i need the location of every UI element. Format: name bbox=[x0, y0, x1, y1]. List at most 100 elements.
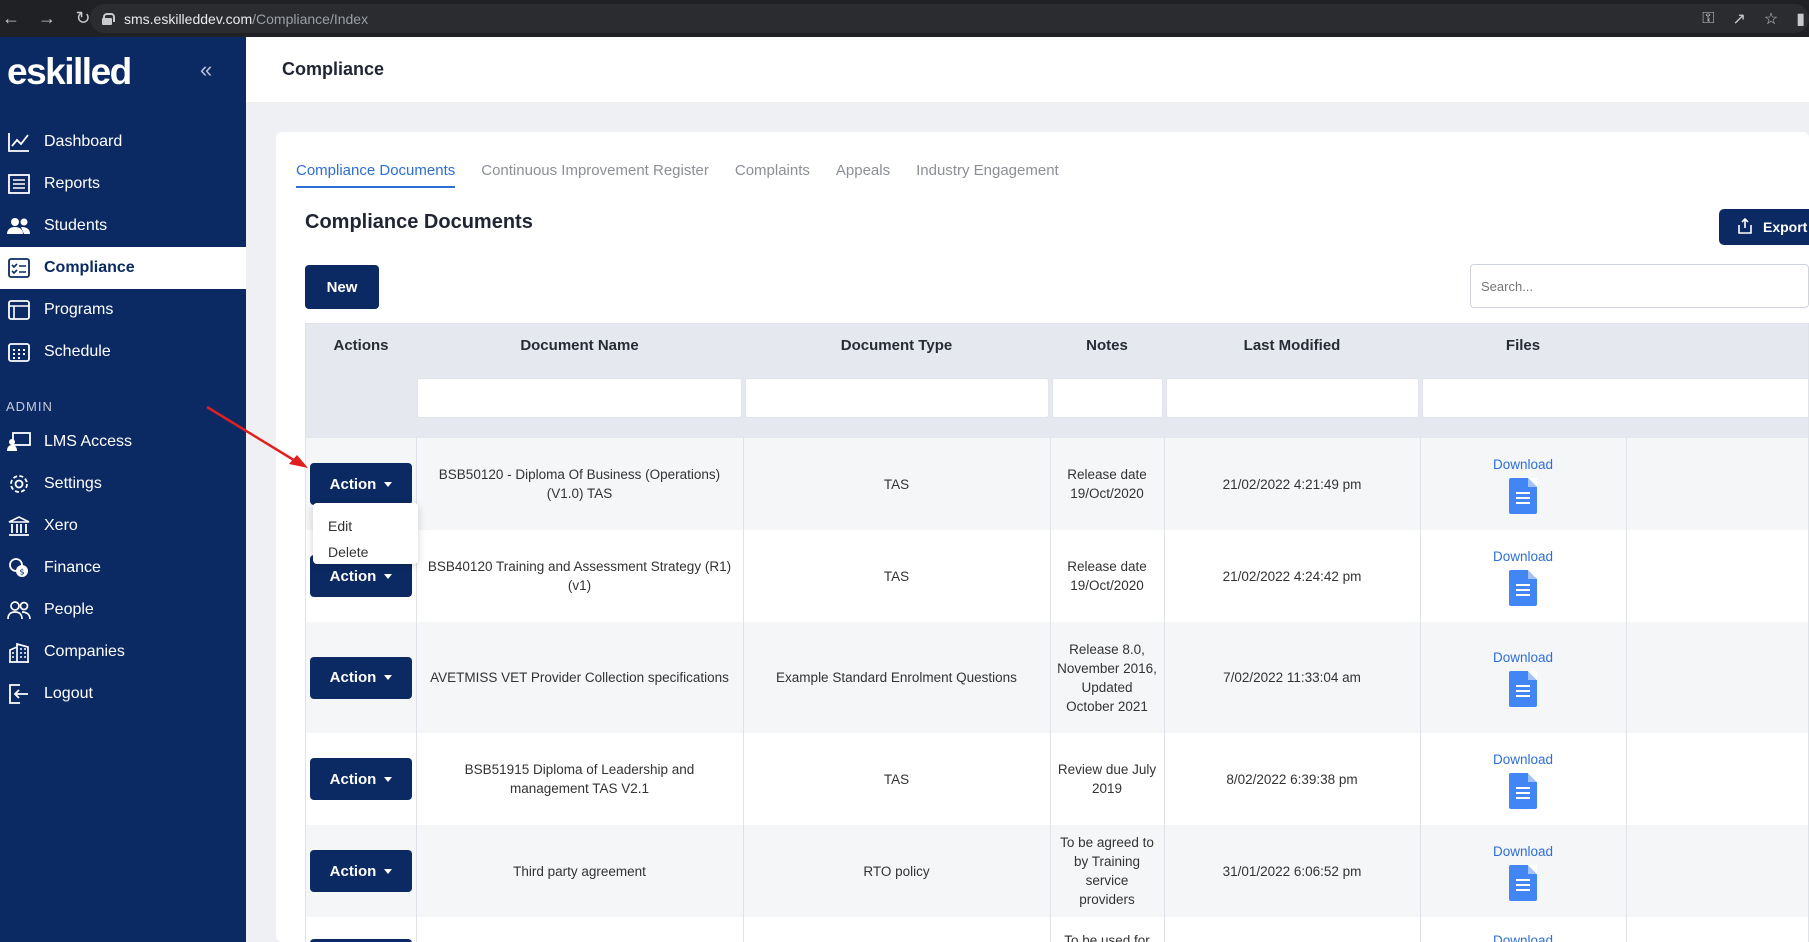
sidebar-item-compliance[interactable]: Compliance bbox=[0, 247, 246, 289]
caret-down-icon bbox=[384, 776, 393, 782]
document-type-cell: TAS bbox=[883, 771, 910, 787]
sidebar-item-xero[interactable]: Xero bbox=[0, 505, 246, 547]
column-header-document-name[interactable]: Document Name bbox=[416, 337, 743, 354]
notes-cell: Release date 19/Oct/2020 bbox=[1067, 467, 1147, 501]
action-label: Action bbox=[329, 770, 377, 788]
sidebar-item-label: Schedule bbox=[44, 343, 111, 360]
filter-document-type[interactable] bbox=[745, 378, 1049, 418]
filter-notes[interactable] bbox=[1052, 378, 1163, 418]
share-icon[interactable]: ↗ bbox=[1732, 9, 1745, 29]
caret-down-icon bbox=[384, 481, 393, 487]
sidebar-item-finance[interactable]: $ Finance bbox=[0, 547, 246, 589]
table-row: Action BSB51915 Diploma of Leadership an… bbox=[306, 733, 1808, 825]
url-text: sms.eskilleddev.com/Compliance/Index bbox=[124, 10, 369, 27]
sidebar-item-programs[interactable]: Programs bbox=[0, 289, 246, 331]
column-header-notes[interactable]: Notes bbox=[1050, 337, 1164, 354]
dropdown-item-edit[interactable]: Edit bbox=[313, 513, 418, 539]
filter-files[interactable] bbox=[1422, 378, 1808, 418]
tab-continuous-improvement-register[interactable]: Continuous Improvement Register bbox=[481, 162, 709, 188]
column-divider bbox=[1626, 438, 1627, 942]
tab-industry-engagement[interactable]: Industry Engagement bbox=[916, 162, 1059, 188]
annotation-arrow-icon bbox=[206, 405, 308, 468]
page-title: Compliance bbox=[282, 59, 385, 79]
column-header-files[interactable]: Files bbox=[1420, 337, 1626, 354]
download-link[interactable]: Download bbox=[1493, 648, 1553, 667]
action-label: Action bbox=[329, 862, 377, 880]
export-icon bbox=[1737, 217, 1753, 237]
sidebar-item-schedule[interactable]: Schedule bbox=[0, 331, 246, 373]
dropdown-item-delete[interactable]: Delete bbox=[313, 539, 418, 565]
google-doc-icon[interactable] bbox=[1508, 671, 1537, 707]
sidebar-item-companies[interactable]: Companies bbox=[0, 631, 246, 673]
google-doc-icon[interactable] bbox=[1508, 772, 1537, 809]
browser-actions: ⚿ ↗ ☆ ▮ bbox=[1702, 0, 1809, 37]
sidebar-item-logout[interactable]: Logout bbox=[0, 673, 246, 715]
google-doc-icon[interactable] bbox=[1508, 864, 1537, 901]
sidebar-item-label: Logout bbox=[44, 685, 93, 702]
caret-down-icon bbox=[384, 868, 393, 874]
action-label: Action bbox=[329, 669, 377, 686]
document-type-cell: Example Standard Enrolment Questions bbox=[776, 670, 1017, 685]
sidebar-item-students[interactable]: Students bbox=[0, 205, 246, 247]
extension-icon[interactable]: ▮ bbox=[1796, 9, 1805, 29]
files-cell: Download bbox=[1420, 530, 1626, 622]
column-header-last-modified[interactable]: Last Modified bbox=[1164, 337, 1420, 354]
document-type-cell: TAS bbox=[883, 568, 910, 584]
tab-complaints[interactable]: Complaints bbox=[735, 162, 810, 188]
collapse-sidebar-icon[interactable]: « bbox=[200, 57, 212, 83]
star-icon[interactable]: ☆ bbox=[1764, 9, 1778, 29]
section-title: Compliance Documents bbox=[305, 211, 533, 233]
filter-document-name[interactable] bbox=[417, 378, 742, 418]
action-button[interactable]: Action bbox=[310, 850, 412, 892]
bank-icon bbox=[6, 515, 32, 537]
last-modified-cell: 21/02/2022 4:24:42 pm bbox=[1222, 568, 1362, 584]
users-icon bbox=[6, 215, 32, 237]
notes-cell: To be used for bbox=[1064, 933, 1150, 942]
column-header-actions[interactable]: Actions bbox=[306, 337, 416, 354]
sidebar-item-dashboard[interactable]: Dashboard bbox=[0, 121, 246, 163]
google-doc-icon[interactable] bbox=[1508, 477, 1537, 514]
logo[interactable]: eskilled bbox=[7, 51, 132, 93]
sidebar-item-people[interactable]: People bbox=[0, 589, 246, 631]
sidebar-item-reports[interactable]: Reports bbox=[0, 163, 246, 205]
tab-compliance-documents[interactable]: Compliance Documents bbox=[296, 162, 456, 188]
google-doc-icon[interactable] bbox=[1508, 569, 1537, 606]
download-link[interactable]: Download bbox=[1493, 547, 1553, 566]
download-link[interactable]: Download bbox=[1493, 455, 1553, 474]
address-bar[interactable]: sms.eskilleddev.com/Compliance/Index bbox=[90, 4, 1809, 33]
filter-last-modified[interactable] bbox=[1166, 378, 1419, 418]
last-modified-cell: 21/02/2022 4:21:49 pm bbox=[1222, 476, 1362, 492]
browser-toolbar: ← → ↻ sms.eskilleddev.com/Compliance/Ind… bbox=[0, 0, 1809, 37]
action-button[interactable]: Action bbox=[310, 758, 412, 800]
export-label: Export bbox=[1763, 219, 1808, 235]
lock-icon bbox=[102, 12, 115, 25]
download-link[interactable]: Download bbox=[1493, 931, 1553, 942]
back-icon[interactable]: ← bbox=[2, 8, 20, 29]
search-input[interactable] bbox=[1470, 264, 1809, 308]
sidebar-item-label: Compliance bbox=[44, 259, 135, 276]
column-divider bbox=[743, 438, 744, 942]
actions-cell: Action bbox=[306, 825, 416, 917]
sidebar-item-label: People bbox=[44, 601, 94, 618]
sidebar-item-label: Students bbox=[44, 217, 108, 234]
last-modified-cell: 7/02/2022 11:33:04 am bbox=[1223, 670, 1361, 685]
new-button[interactable]: New bbox=[305, 265, 379, 309]
action-button[interactable]: Action bbox=[310, 463, 412, 505]
actions-cell: Action bbox=[306, 733, 416, 825]
tab-appeals[interactable]: Appeals bbox=[836, 162, 890, 188]
tab-bar: Compliance Documents Continuous Improvem… bbox=[296, 162, 1059, 188]
download-link[interactable]: Download bbox=[1493, 750, 1553, 769]
sidebar-item-label: Programs bbox=[44, 301, 114, 318]
forward-icon[interactable]: → bbox=[38, 8, 56, 29]
column-header-document-type[interactable]: Document Type bbox=[743, 337, 1050, 354]
files-cell: Download bbox=[1420, 622, 1626, 733]
document-name-cell: AVETMISS VET Provider Collection specifi… bbox=[430, 670, 729, 685]
download-link[interactable]: Download bbox=[1493, 842, 1553, 861]
key-icon[interactable]: ⚿ bbox=[1702, 10, 1714, 28]
action-button[interactable]: Action bbox=[310, 656, 412, 699]
notes-cell: Release date 19/Oct/2020 bbox=[1067, 559, 1147, 593]
column-divider bbox=[1420, 438, 1421, 942]
report-icon bbox=[6, 173, 32, 195]
files-cell: Download bbox=[1420, 825, 1626, 917]
export-button[interactable]: Export bbox=[1719, 209, 1809, 245]
